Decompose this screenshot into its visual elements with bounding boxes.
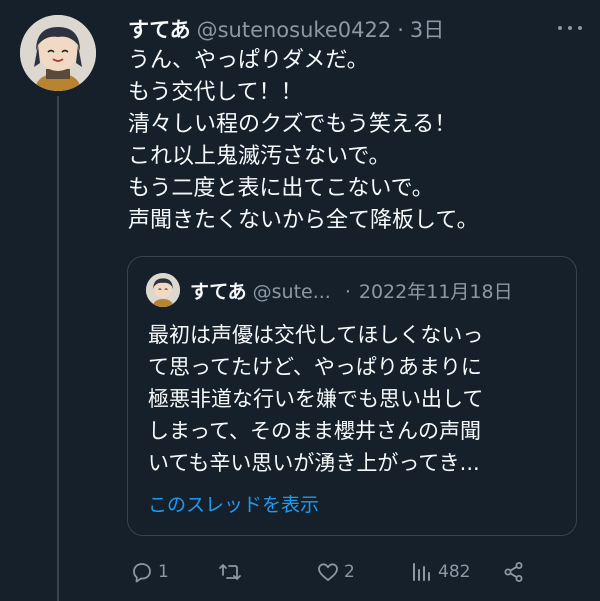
retweet-icon [219,564,241,580]
quoted-line: 最初は声優は交代してほしくないっ [148,323,484,347]
tweet-line: 声聞きたくないから全て降板して。 [128,208,479,233]
share-icon [504,562,523,582]
retweet-button[interactable] [218,559,246,585]
more-icon[interactable] [556,18,584,36]
quoted-line: て思ってたけど、やっぱりあまりに [148,355,482,379]
quoted-line: しまって、そのまま櫻井さんの声聞 [148,419,482,443]
quoted-line: いても辛い思いが湧き上がってき... [148,451,480,475]
tweet-line: うん、やっぱりダメだ。 [128,48,369,73]
quoted-header: すてあ @sute... · 2022年11月18日 [190,277,513,304]
views-button[interactable]: 482 [410,559,470,585]
share-button[interactable] [502,559,526,585]
reply-count: 1 [158,562,169,582]
action-bar: 1 2 482 [130,559,530,585]
show-thread-link[interactable]: このスレッドを表示 [148,490,319,517]
quoted-display-name: すてあ [190,281,247,303]
thread-line [57,96,59,601]
quoted-date: 2022年11月18日 [358,281,513,303]
tweet-line: もう交代して！！ [128,80,303,105]
avatar-figure-icon [146,273,180,307]
like-count: 2 [344,562,355,582]
quoted-separator: · [344,281,351,303]
view-count: 482 [438,562,471,582]
header-separator: · [397,18,404,42]
avatar[interactable] [20,15,96,91]
quoted-line: 極悪非道な行いを嫌でも思い出して [148,387,484,411]
tweet-line: 清々しい程のクズでもう笑える！ [128,112,457,137]
avatar-figure-icon [20,15,96,91]
like-button[interactable]: 2 [316,559,355,585]
quoted-text: 最初は声優は交代してほしくないっ て思ってたけど、やっぱりあまりに 極悪非道な行… [148,319,568,479]
quoted-tweet[interactable]: すてあ @sute... · 2022年11月18日 最初は声優は交代してほしく… [127,256,577,536]
tweet-line: これ以上鬼滅汚さないで。 [128,144,391,169]
display-name[interactable]: すてあ [128,14,191,44]
tweet-text: うん、やっぱりダメだ。 もう交代して！！ 清々しい程のクズでもう笑える！ これ以… [128,45,583,237]
tweet-line: もう二度と表に出てこないで。 [128,176,434,201]
quoted-avatar [146,273,180,307]
tweet-time[interactable]: 3日 [410,14,444,44]
quoted-handle: @sute... [252,281,331,303]
views-icon [413,563,430,581]
handle[interactable]: @sutenosuke0422 [197,18,392,42]
reply-icon [133,563,151,583]
like-icon [318,563,338,581]
tweet-header: すてあ @sutenosuke0422 · 3日 [128,14,444,44]
reply-button[interactable]: 1 [130,559,169,585]
